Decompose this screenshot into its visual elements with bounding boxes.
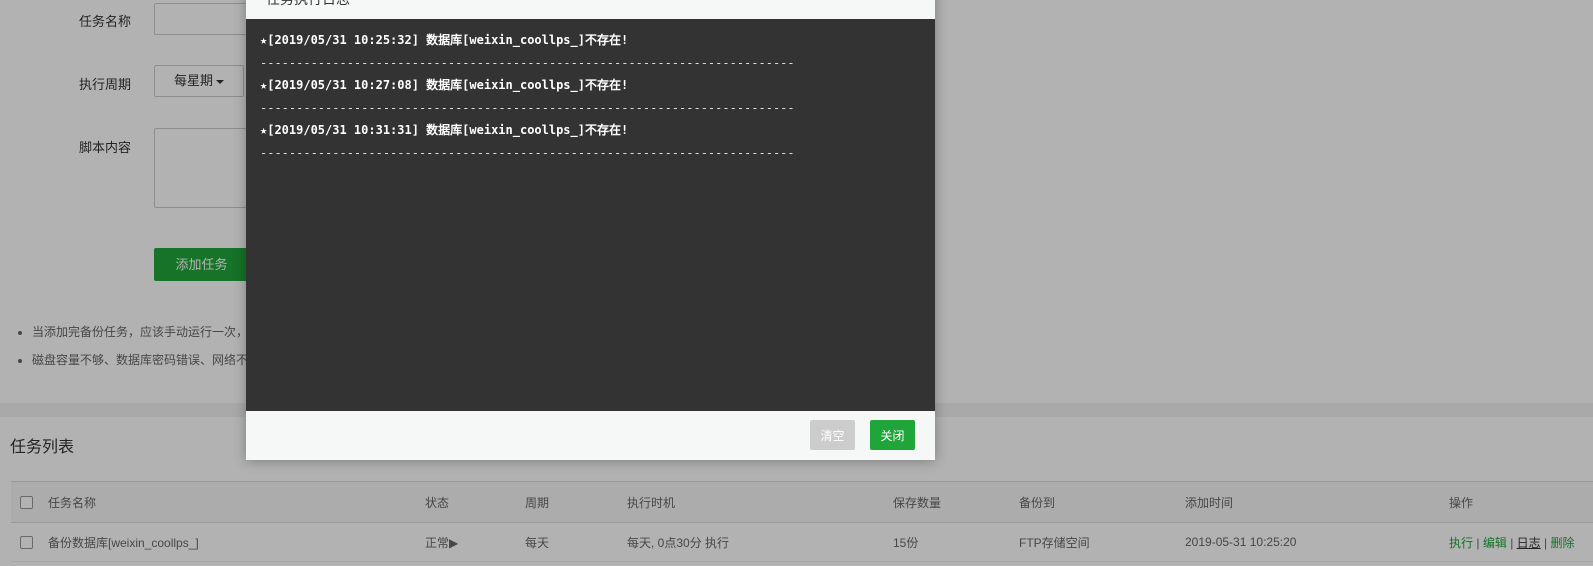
log-entry: ★[2019/05/31 10:25:32] 数据库[weixin_coollp… bbox=[260, 33, 629, 47]
clear-button[interactable]: 清空 bbox=[810, 420, 855, 450]
log-entry: ★[2019/05/31 10:27:08] 数据库[weixin_coollp… bbox=[260, 78, 629, 92]
log-output[interactable]: ★[2019/05/31 10:25:32] 数据库[weixin_coollp… bbox=[246, 19, 935, 411]
log-separator: ----------------------------------------… bbox=[260, 100, 795, 115]
dialog-title: 任务执行日志 bbox=[266, 0, 350, 9]
task-log-dialog: 任务执行日志 ★[2019/05/31 10:25:32] 数据库[weixin… bbox=[246, 0, 935, 460]
close-button[interactable]: 关闭 bbox=[870, 420, 915, 450]
log-entry: ★[2019/05/31 10:31:31] 数据库[weixin_coollp… bbox=[260, 123, 629, 137]
log-separator: ----------------------------------------… bbox=[260, 55, 795, 70]
log-separator: ----------------------------------------… bbox=[260, 145, 795, 160]
